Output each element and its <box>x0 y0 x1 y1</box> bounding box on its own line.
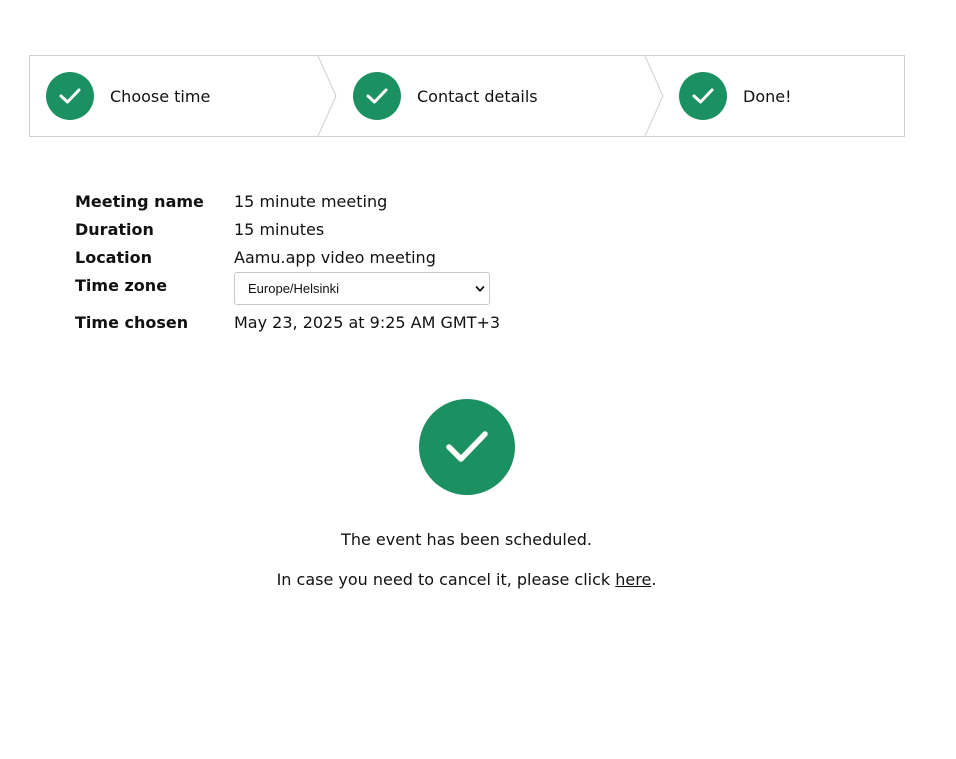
timezone-label: Time zone <box>75 276 168 295</box>
meeting-name-value: 15 minute meeting <box>234 192 388 211</box>
step-separator-chevron <box>317 56 337 136</box>
step-label-done: Done! <box>743 86 792 106</box>
step-label-choose-time: Choose time <box>110 86 211 106</box>
check-icon <box>353 72 401 120</box>
meeting-name-label: Meeting name <box>75 192 204 211</box>
duration-label: Duration <box>75 220 154 239</box>
time-chosen-value: May 23, 2025 at 9:25 AM GMT+3 <box>234 313 501 332</box>
chevron-down-icon <box>475 286 485 292</box>
step-contact-details: Contact details <box>353 56 538 136</box>
cancel-instructions: In case you need to cancel it, please cl… <box>0 570 933 589</box>
location-value: Aamu.app video meeting <box>234 248 436 267</box>
step-done: Done! <box>679 56 792 136</box>
cancel-suffix-text: . <box>651 570 657 589</box>
progress-stepper: Choose time Contact details Done! <box>29 55 905 137</box>
time-chosen-label: Time chosen <box>75 313 189 332</box>
timezone-select-value: Europe/Helsinki <box>248 281 340 296</box>
cancel-prefix-text: In case you need to cancel it, please cl… <box>276 570 616 589</box>
cancel-link[interactable]: here <box>615 570 651 589</box>
check-circle-icon <box>419 399 515 495</box>
step-separator-chevron <box>644 56 664 136</box>
check-icon <box>46 72 94 120</box>
duration-value: 15 minutes <box>234 220 325 239</box>
step-label-contact-details: Contact details <box>417 86 538 106</box>
confirmation-message: The event has been scheduled. <box>341 530 592 549</box>
check-icon <box>679 72 727 120</box>
timezone-select[interactable]: Europe/Helsinki <box>234 272 490 305</box>
step-choose-time: Choose time <box>46 56 210 136</box>
location-label: Location <box>75 248 152 267</box>
